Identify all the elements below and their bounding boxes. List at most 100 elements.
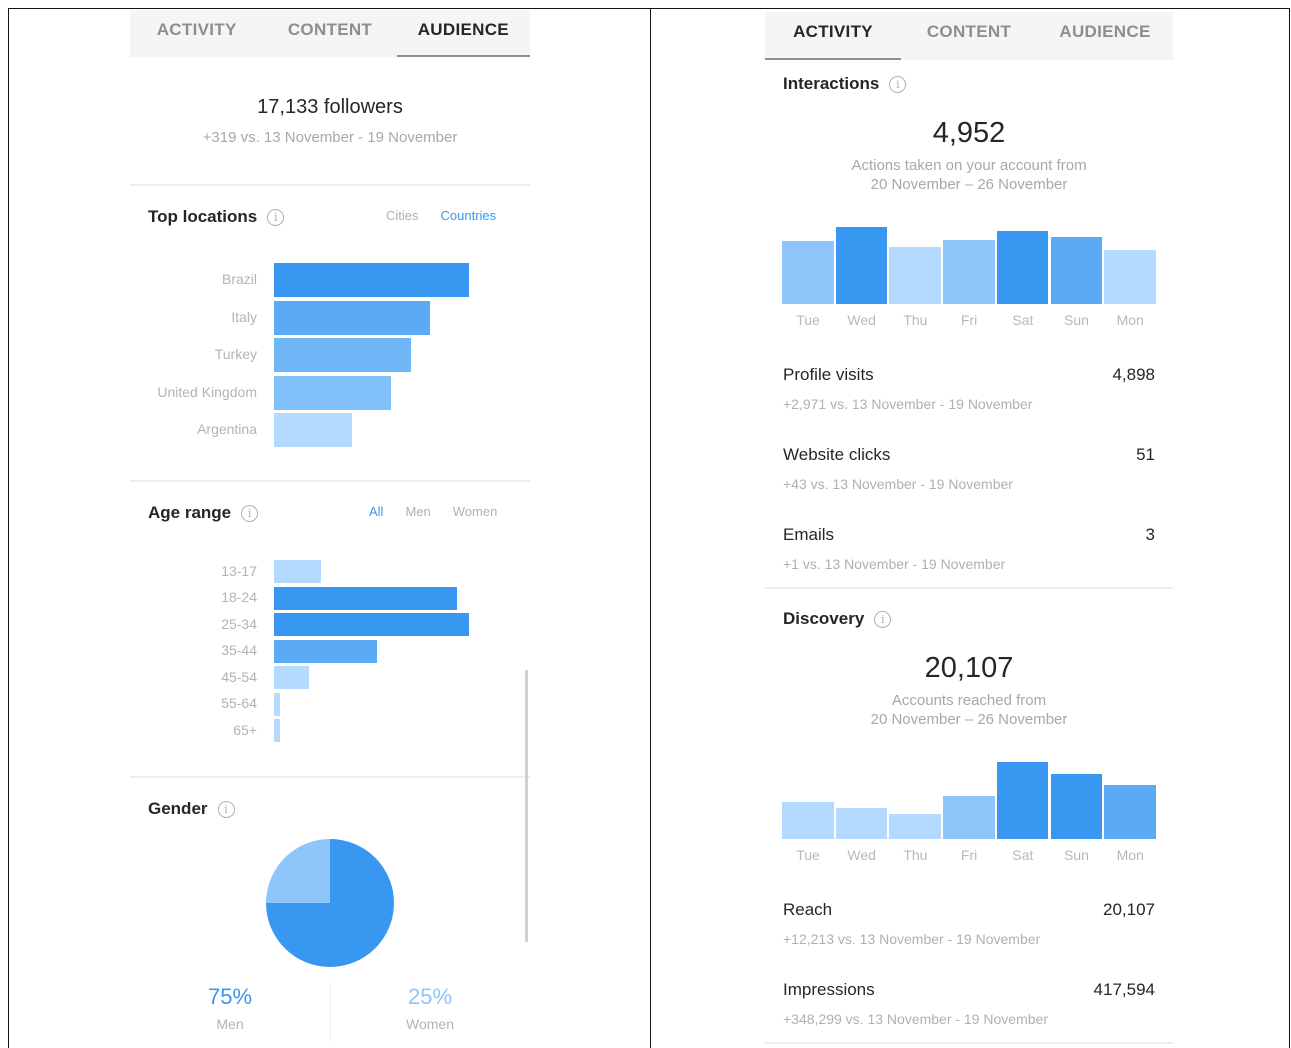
followers-count: 17,133 followers: [257, 96, 403, 118]
discovery-day-label: Wed: [847, 847, 876, 863]
metric-value: 3: [1145, 525, 1155, 544]
discovery-day-label: Sat: [1012, 847, 1034, 863]
filter-men[interactable]: Men: [405, 504, 430, 519]
discovery-bar[interactable]: [782, 802, 834, 839]
interactions-day-label: Sat: [1012, 312, 1034, 328]
pie-slice-women: [266, 839, 330, 903]
filter-all[interactable]: All: [369, 504, 383, 519]
interactions-day-label: Fri: [960, 312, 978, 328]
top-locations-label: Top locations: [148, 207, 258, 226]
discovery-bar[interactable]: [889, 814, 941, 839]
metric-name: Reach: [783, 900, 833, 919]
location-bar[interactable]: [274, 263, 469, 297]
tab-activity[interactable]: ACTIVITY: [130, 10, 263, 57]
discovery-bar[interactable]: [1050, 774, 1102, 839]
interactions-sub2: 20 November – 26 November: [870, 176, 1068, 193]
men-percent: 75%: [207, 984, 253, 1009]
tab-content[interactable]: CONTENT: [901, 12, 1037, 60]
location-label: Argentina: [197, 421, 257, 437]
age-bar[interactable]: [274, 613, 469, 636]
interactions-bar[interactable]: [1050, 237, 1102, 304]
age-range-title: Age range i: [148, 503, 259, 523]
gender-title: Gender i: [148, 799, 235, 819]
divider: [130, 480, 530, 482]
followers-summary: 17,133 followers +319 vs. 13 November - …: [130, 96, 530, 147]
age-bar[interactable]: [274, 560, 321, 583]
interactions-bar[interactable]: [996, 231, 1049, 304]
discovery-day-label: Fri: [960, 847, 978, 863]
discovery-bar[interactable]: [835, 808, 888, 839]
metric-name: Emails: [783, 525, 835, 544]
interactions-label: Interactions: [783, 74, 880, 93]
discovery-sub1: Accounts reached from: [891, 692, 1047, 709]
age-range-label: Age range: [148, 503, 232, 522]
divider: [765, 1042, 1173, 1044]
tab-audience[interactable]: AUDIENCE: [1037, 12, 1173, 60]
discovery-bar[interactable]: [943, 796, 995, 839]
gender-label: Gender: [148, 799, 208, 818]
discovery-bar[interactable]: [1104, 785, 1156, 839]
age-bar[interactable]: [274, 666, 309, 689]
left-tab-bar: ACTIVITY CONTENT AUDIENCE: [130, 10, 530, 57]
location-bar[interactable]: [274, 375, 391, 410]
divider: [330, 982, 331, 1042]
discovery-title: Discovery i: [783, 609, 892, 629]
location-label: Brazil: [221, 271, 257, 287]
location-bar[interactable]: [274, 300, 430, 335]
info-icon[interactable]: i: [874, 610, 892, 628]
location-filters: Cities Countries: [386, 208, 496, 223]
age-label: 25-34: [221, 615, 257, 632]
filter-women[interactable]: Women: [453, 504, 498, 519]
tab-content[interactable]: CONTENT: [263, 10, 396, 57]
metric-value: 51: [1136, 445, 1155, 464]
metric-change: +348,299 vs. 13 November - 19 November: [783, 1011, 1048, 1027]
interactions-day-label: Tue: [796, 312, 820, 328]
age-label: 13-17: [221, 562, 257, 579]
age-bar[interactable]: [274, 586, 457, 610]
filter-countries[interactable]: Countries: [441, 208, 497, 223]
age-bar[interactable]: [274, 719, 280, 742]
tab-audience[interactable]: AUDIENCE: [396, 10, 530, 57]
metric-change: +43 vs. 13 November - 19 November: [783, 476, 1013, 492]
discovery-day-label: Thu: [903, 847, 928, 863]
interactions-summary: 4,952 Actions taken on your account from…: [765, 117, 1173, 194]
interactions-bar[interactable]: [1104, 250, 1156, 304]
age-bar[interactable]: [274, 692, 280, 716]
metric-change: +12,213 vs. 13 November - 19 November: [783, 931, 1041, 947]
interactions-bar[interactable]: [782, 241, 834, 304]
metric-name: Impressions: [783, 980, 875, 999]
tab-activity[interactable]: ACTIVITY: [765, 12, 901, 60]
interactions-sub1: Actions taken on your account from: [851, 157, 1087, 174]
discovery-day-label: Mon: [1116, 847, 1144, 863]
metric-value: 417,594: [1093, 980, 1155, 999]
metric-name: Profile visits: [783, 365, 874, 384]
divider: [130, 776, 530, 778]
discovery-label: Discovery: [783, 609, 865, 628]
metric-change: +1 vs. 13 November - 19 November: [783, 556, 1006, 572]
interactions-bar[interactable]: [943, 240, 995, 304]
discovery-total: 20,107: [924, 652, 1014, 684]
info-icon[interactable]: i: [217, 800, 235, 818]
location-bar[interactable]: [274, 338, 411, 372]
interactions-day-label: Sun: [1064, 312, 1089, 328]
age-label: 35-44: [221, 642, 257, 658]
interactions-day-label: Thu: [903, 312, 928, 328]
interactions-bar[interactable]: [835, 227, 888, 304]
info-icon[interactable]: i: [889, 75, 907, 93]
metric-name: Website clicks: [783, 445, 891, 464]
filter-cities[interactable]: Cities: [386, 208, 419, 223]
interactions-bar[interactable]: [889, 247, 941, 304]
info-icon[interactable]: i: [267, 208, 285, 226]
top-locations-title: Top locations i: [148, 207, 285, 227]
discovery-bar[interactable]: [996, 762, 1049, 839]
discovery-sub2: 20 November – 26 November: [870, 711, 1068, 728]
location-bar[interactable]: [274, 413, 352, 447]
right-tab-bar: ACTIVITY CONTENT AUDIENCE: [765, 12, 1173, 60]
info-icon[interactable]: i: [241, 504, 259, 522]
interactions-title: Interactions i: [783, 74, 907, 94]
age-bar[interactable]: [274, 639, 377, 663]
divider: [130, 184, 530, 186]
followers-change: +319 vs. 13 November - 19 November: [202, 129, 458, 146]
metric-value: 4,898: [1112, 365, 1155, 384]
scrollbar[interactable]: [525, 670, 528, 942]
